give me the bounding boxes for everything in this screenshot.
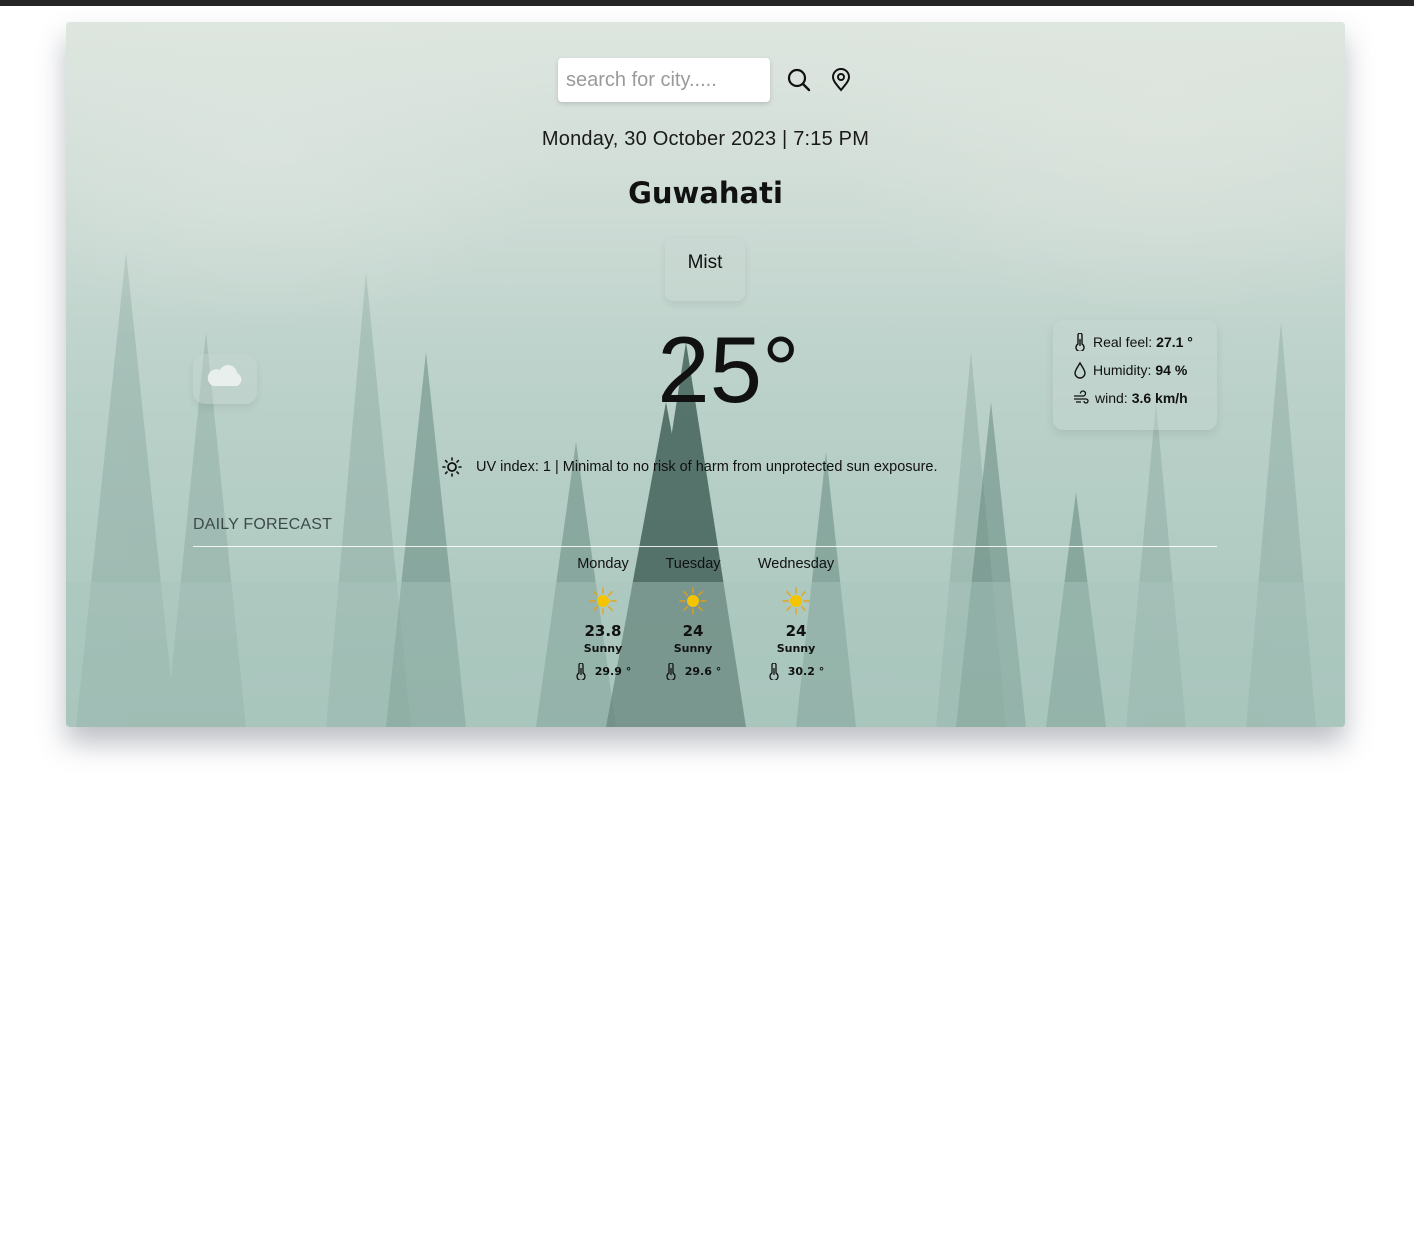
forecast-day: Wednesday 24 Sunny 30.2 ° <box>748 556 844 680</box>
sun-icon <box>442 457 462 477</box>
thermometer-icon <box>769 663 779 680</box>
thermometer-icon <box>666 663 676 680</box>
weather-details-panel: Real feel: 27.1 ° Humidity: 94 % wind: 3… <box>1053 320 1217 430</box>
forecast-day: Monday 23.8 Sunny 29.9 ° <box>555 556 651 680</box>
forecast-feel: 29.6 ° <box>645 663 741 680</box>
forecast-feel-value: 30.2 ° <box>787 665 825 678</box>
forecast-temp: 24 <box>682 622 704 640</box>
daily-forecast-title: DAILY FORECAST <box>193 516 333 533</box>
map-pin-icon[interactable] <box>828 67 854 93</box>
real-feel-row: Real feel: 27.1 ° <box>1073 331 1193 353</box>
humidity-label: Humidity: <box>1093 362 1152 378</box>
forecast-day-name: Tuesday <box>665 556 721 572</box>
sunny-icon <box>589 587 617 615</box>
thermometer-icon <box>576 663 586 680</box>
condition-label: Mist <box>687 252 723 273</box>
forecast-temp: 23.8 <box>584 622 622 640</box>
real-feel-value: 27.1 ° <box>1156 334 1193 350</box>
date-time-label: Monday, 30 October 2023 | 7:15 PM <box>541 128 870 150</box>
browser-top-bar <box>0 0 1414 6</box>
forecast-feel-value: 29.9 ° <box>594 665 632 678</box>
city-name: Guwahati <box>628 176 783 210</box>
forecast-condition: Sunny <box>776 642 816 655</box>
search-icon[interactable] <box>786 67 812 93</box>
search-input[interactable] <box>558 58 770 102</box>
uv-index-text: UV index: 1 | Minimal to no risk of harm… <box>476 459 938 475</box>
weather-card: Monday, 30 October 2023 | 7:15 PM Guwaha… <box>66 22 1345 727</box>
forecast-condition: Sunny <box>673 642 713 655</box>
forecast-temp: 24 <box>785 622 807 640</box>
forecast-condition: Sunny <box>583 642 623 655</box>
sunny-icon <box>679 587 707 615</box>
forecast-feel: 29.9 ° <box>555 663 651 680</box>
forecast-day-name: Monday <box>577 556 629 572</box>
condition-badge: Mist <box>665 238 745 301</box>
thermometer-icon <box>1075 333 1085 351</box>
wind-icon <box>1074 390 1089 404</box>
sunny-icon <box>782 587 810 615</box>
forecast-feel-value: 29.6 ° <box>684 665 722 678</box>
humidity-row: Humidity: 94 % <box>1073 359 1187 381</box>
forecast-day-name: Wednesday <box>757 556 835 572</box>
forecast-divider <box>193 546 1217 547</box>
forecast-feel: 30.2 ° <box>748 663 844 680</box>
droplet-icon <box>1074 361 1086 379</box>
wind-row: wind: 3.6 km/h <box>1073 387 1188 409</box>
wind-value: 3.6 km/h <box>1131 390 1188 406</box>
uv-index-row: UV index: 1 | Minimal to no risk of harm… <box>442 456 938 478</box>
real-feel-label: Real feel: <box>1093 334 1153 350</box>
forecast-day: Tuesday 24 Sunny 29.6 ° <box>645 556 741 680</box>
wind-label: wind: <box>1095 390 1128 406</box>
humidity-value: 94 % <box>1155 362 1188 378</box>
